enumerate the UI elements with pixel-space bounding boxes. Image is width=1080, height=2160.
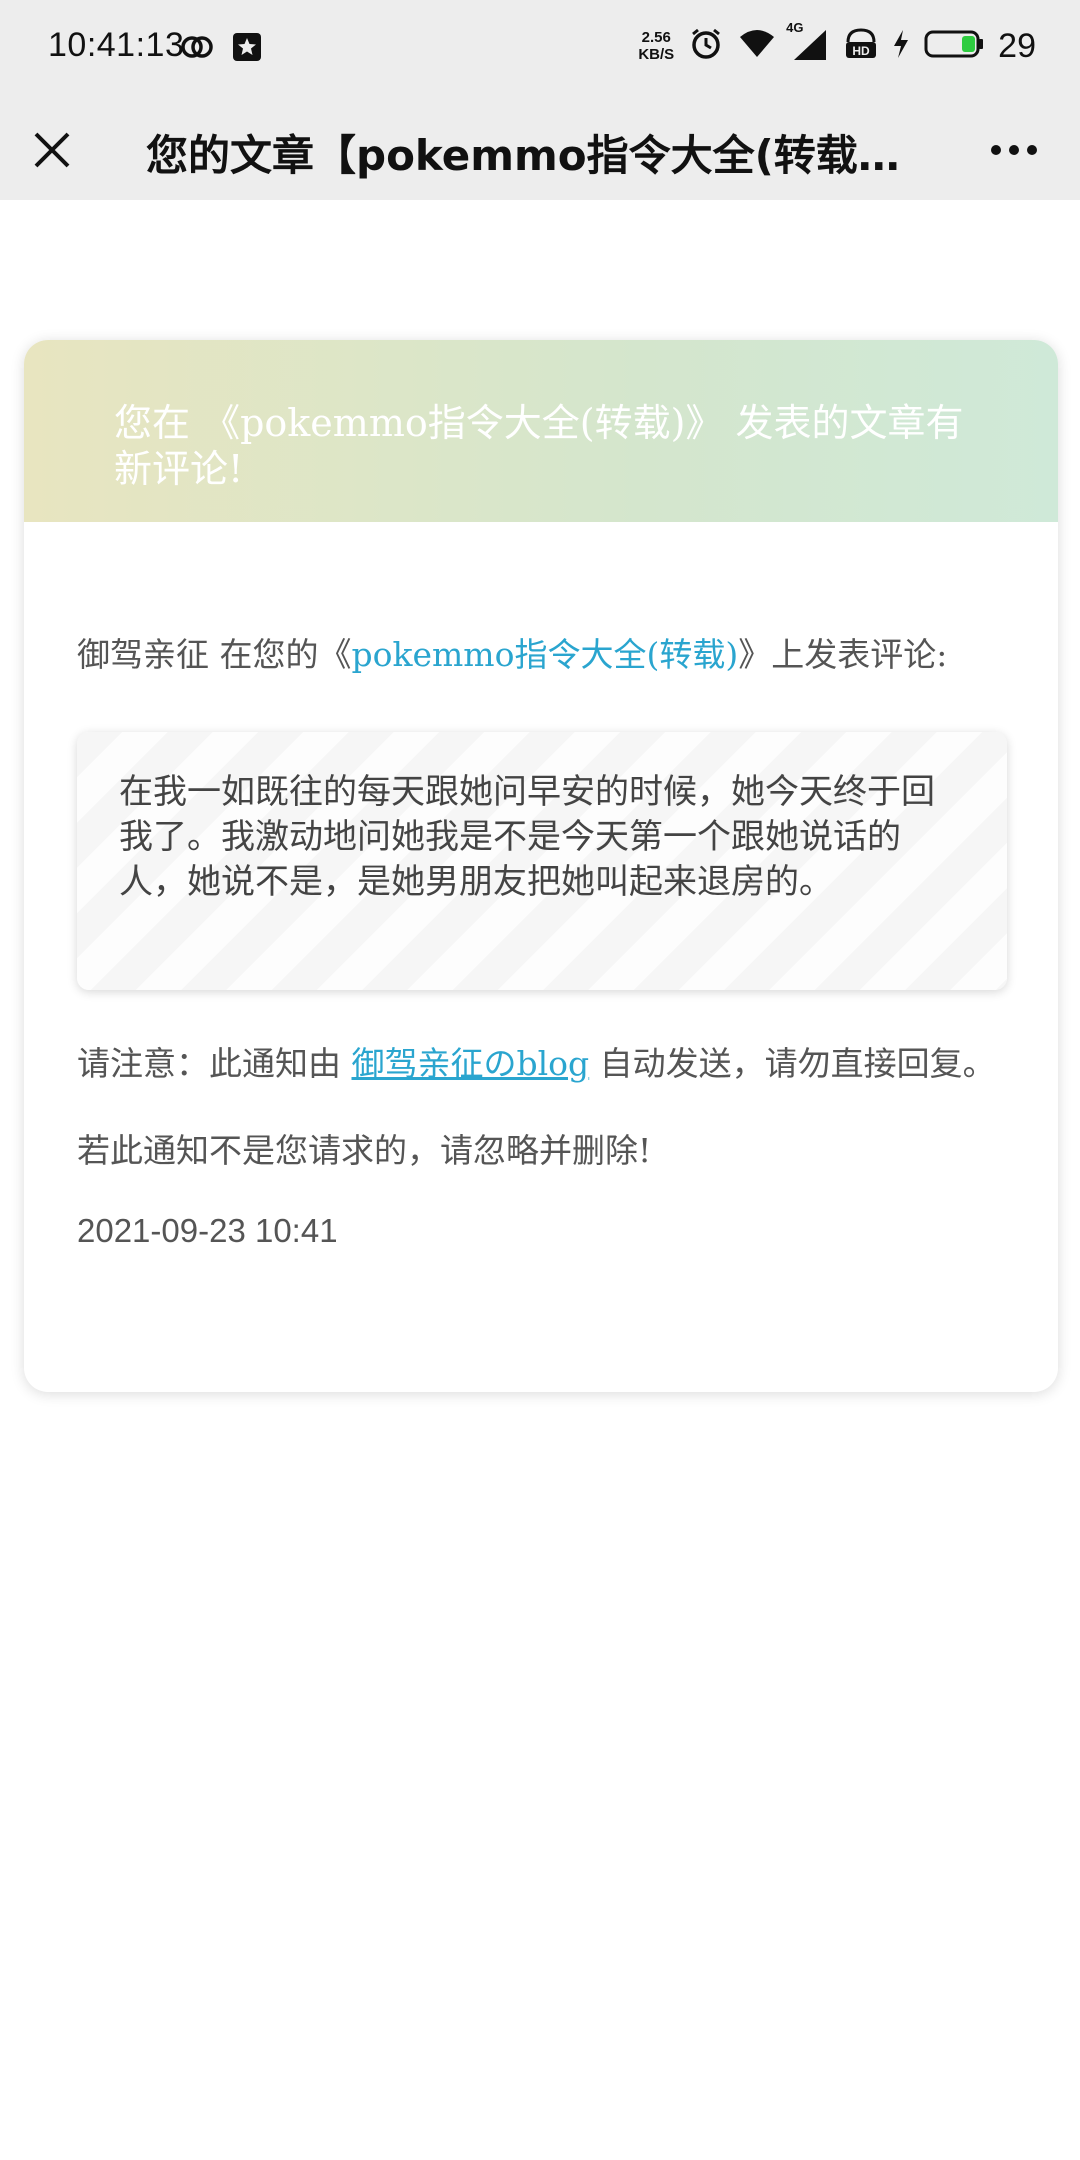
- hd-icon: HD: [844, 26, 878, 66]
- screen: 10:41:13 2.56 KB/S 4G HD 29 您的文章【pokemmo…: [0, 0, 1080, 2160]
- comment-intro-suffix: 》上发表评论:: [738, 635, 948, 674]
- card-body: 御驾亲征 在您的《pokemmo指令大全(转载)》上发表评论: 在我一如既往的每…: [24, 628, 1058, 1250]
- notification-date: 2021-09-23 10:41: [77, 1212, 338, 1249]
- charging-icon: [892, 28, 910, 64]
- status-bar: 10:41:13 2.56 KB/S 4G HD 29: [0, 0, 1080, 100]
- more-button[interactable]: [984, 128, 1044, 172]
- notice-text: 请注意：此通知由 御驾亲征のblog 自动发送，请勿直接回复。: [77, 1044, 1005, 1084]
- ignore-text: 若此通知不是您请求的，请忽略并删除!: [77, 1131, 652, 1170]
- article-link[interactable]: pokemmo指令大全(转载): [352, 635, 739, 674]
- title-bar: 您的文章【pokemmo指令大全(转载)】…: [0, 100, 1080, 200]
- close-button[interactable]: [24, 122, 80, 178]
- network-speed-unit: KB/S: [638, 46, 675, 63]
- status-right-icons: 2.56 KB/S 4G HD 29: [638, 20, 1036, 66]
- alarm-icon: [688, 26, 724, 66]
- wifi-icon: [738, 27, 776, 65]
- network-speed: 2.56 KB/S: [638, 29, 674, 63]
- comment-intro: 御驾亲征 在您的《pokemmo指令大全(转载)》上发表评论:: [77, 628, 1005, 676]
- notice-suffix: 自动发送，请勿直接回复。: [589, 1044, 996, 1083]
- blog-link[interactable]: 御驾亲征のblog: [352, 1044, 590, 1083]
- network-type: 4G: [786, 20, 804, 35]
- page-title: 您的文章【pokemmo指令大全(转载)】…: [146, 131, 916, 180]
- svg-text:HD: HD: [853, 44, 871, 58]
- signal-icon: 4G: [786, 20, 830, 66]
- comment-author: 御驾亲征: [77, 635, 209, 674]
- notification-card: 您在 《pokemmo指令大全(转载)》 发表的文章有新评论! 御驾亲征 在您的…: [24, 340, 1058, 1392]
- battery-icon: [924, 29, 984, 63]
- card-header: 您在 《pokemmo指令大全(转载)》 发表的文章有新评论!: [24, 340, 1058, 522]
- comment-intro-prefix: 在您的《: [209, 635, 352, 674]
- more-options-icon: [991, 145, 1037, 155]
- card-header-text: 您在 《pokemmo指令大全(转载)》 发表的文章有新评论!: [114, 401, 964, 491]
- comment-text: 在我一如既往的每天跟她问早安的时候，她今天终于回我了。我激动地问她我是不是今天第…: [119, 772, 935, 902]
- link-icon: [180, 30, 214, 68]
- star-notification-icon: [230, 30, 264, 68]
- comment-quote-box: 在我一如既往的每天跟她问早安的时候，她今天终于回我了。我激动地问她我是不是今天第…: [77, 732, 1007, 990]
- status-left-icons: [180, 30, 264, 68]
- notice-prefix: 请注意：此通知由: [77, 1044, 352, 1083]
- status-time: 10:41:13: [48, 26, 185, 64]
- close-icon: [34, 132, 70, 168]
- battery-level: 29: [998, 26, 1036, 65]
- network-speed-value: 2.56: [641, 29, 671, 46]
